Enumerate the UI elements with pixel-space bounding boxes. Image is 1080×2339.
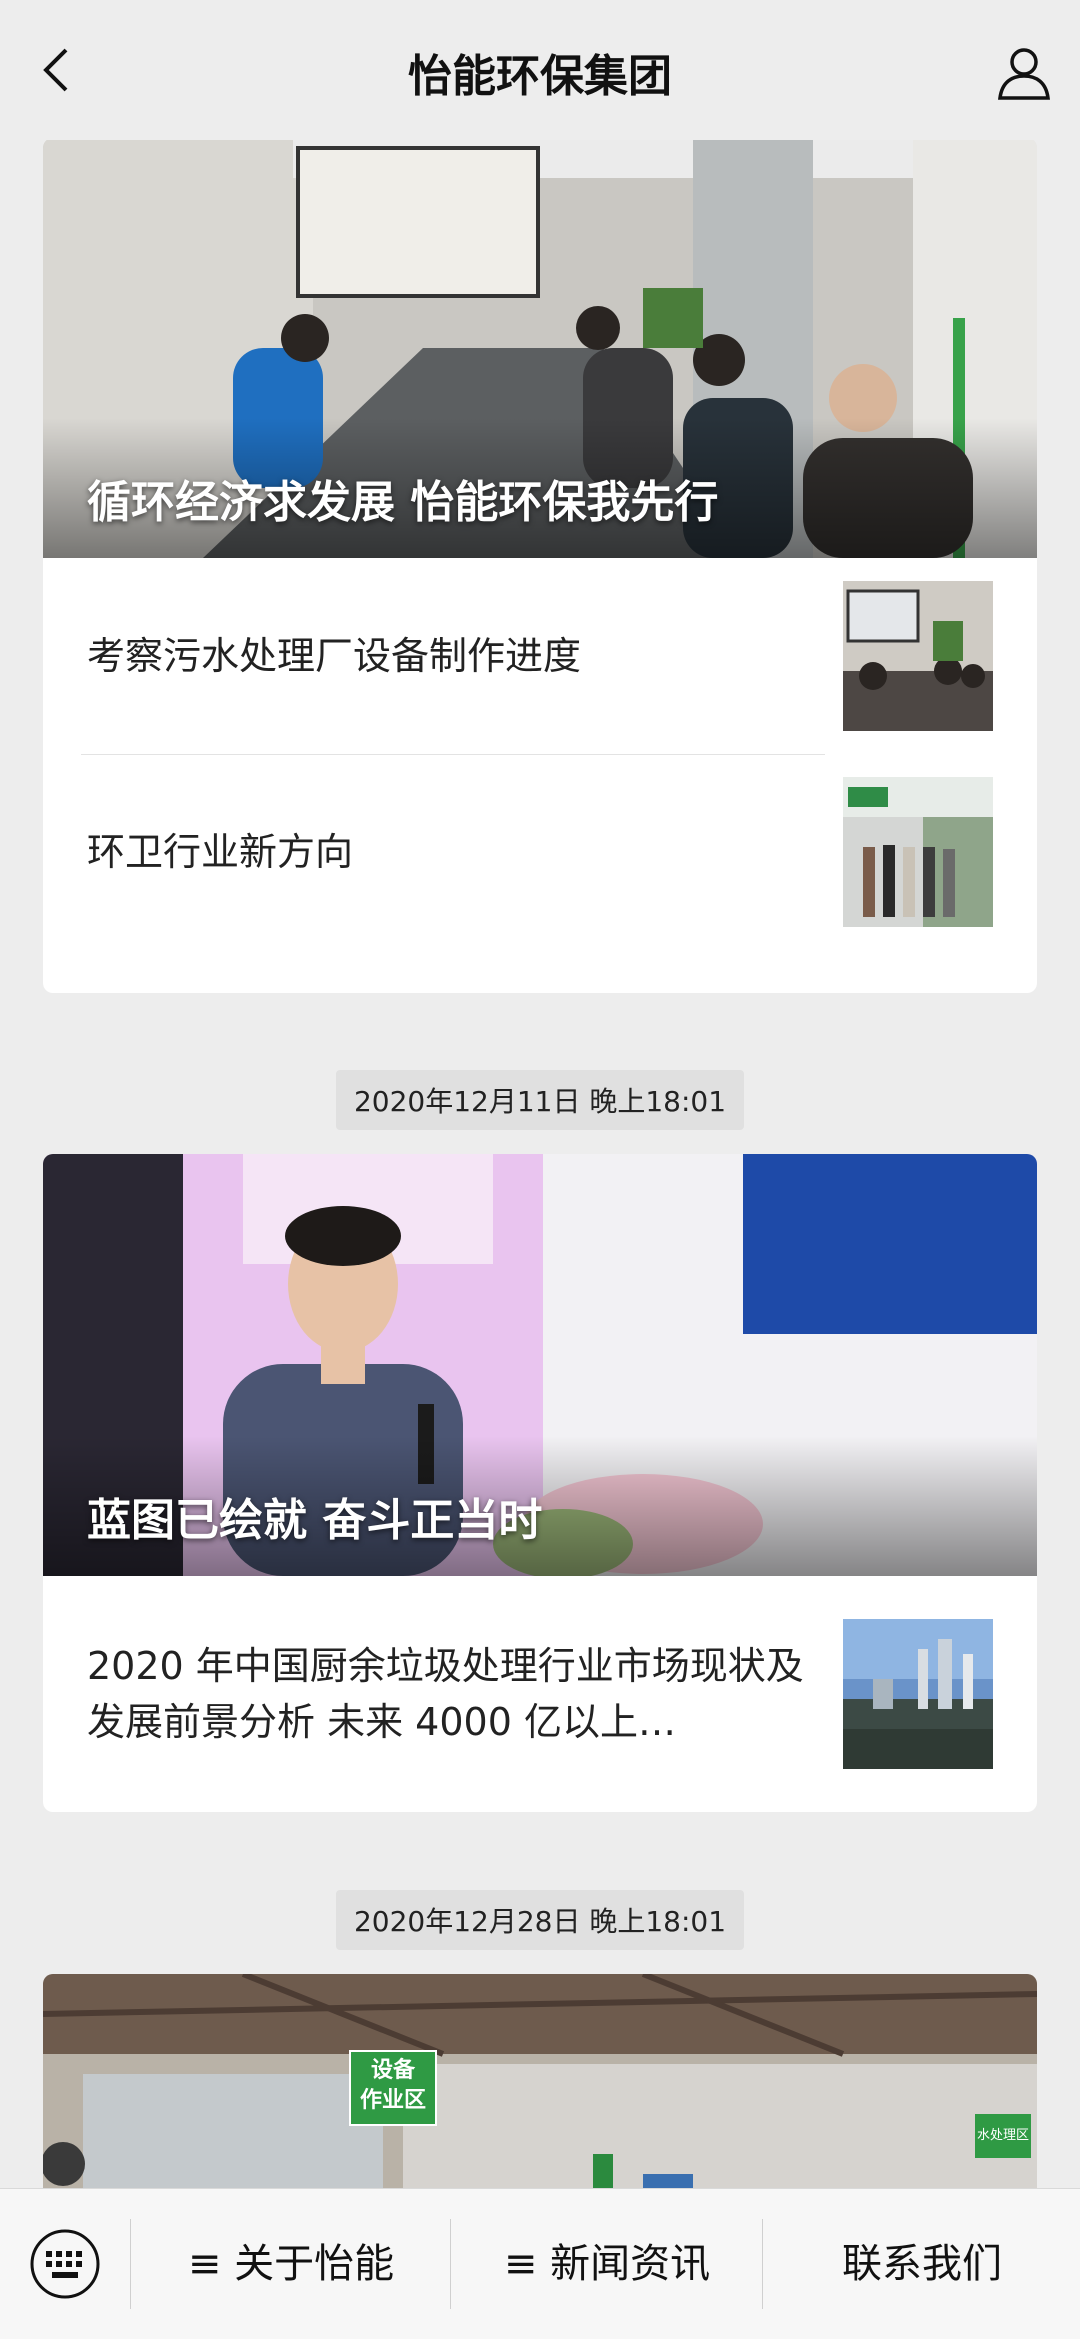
page-title: 怡能环保集团 <box>408 51 672 102</box>
timestamp-label: 2020年12月28日 晚上18:01 <box>335 1890 745 1950</box>
bottom-menu: ≡ 关于怡能 ≡ 新闻资讯 联系我们 <box>0 2188 1080 2339</box>
zone-sign: 设备 作业区 <box>349 2050 437 2126</box>
menu-about[interactable]: ≡ 关于怡能 <box>132 2189 450 2339</box>
keyboard-icon[interactable] <box>28 2227 102 2301</box>
list-item[interactable]: 环卫行业新方向 <box>43 754 1037 950</box>
timestamp: 2020年12月11日 晚上18:01 <box>0 1070 1080 1130</box>
menu-separator <box>762 2219 763 2309</box>
article-title: 2020 年中国厨余垃圾处理行业市场现状及发展前景分析 未来 4000 亿以上… <box>87 1644 804 1744</box>
article-thumbnail <box>843 1619 993 1769</box>
hero-article[interactable]: 循环经济求发展 怡能环保我先行 <box>43 138 1037 558</box>
timestamp-label: 2020年12月11日 晚上18:01 <box>335 1070 745 1130</box>
list-item[interactable]: 考察污水处理厂设备制作进度 <box>43 558 1037 754</box>
menu-separator <box>130 2219 131 2309</box>
list-item[interactable]: 2020 年中国厨余垃圾处理行业市场现状及发展前景分析 未来 4000 亿以上… <box>43 1576 1037 1812</box>
article-thumbnail <box>843 581 993 731</box>
article-title: 环卫行业新方向 <box>87 830 354 874</box>
user-icon[interactable] <box>992 40 1056 104</box>
article-card[interactable]: 设备 作业区 水处理区 <box>43 1974 1037 2214</box>
timestamp: 2020年12月28日 晚上18:01 <box>0 1890 1080 1950</box>
menu-contact[interactable]: 联系我们 <box>764 2189 1080 2339</box>
article-thumbnail <box>843 777 993 927</box>
zone-sign: 水处理区 <box>975 2114 1031 2158</box>
menu-separator <box>450 2219 451 2309</box>
factory-photo <box>43 1974 1037 2214</box>
hero-caption: 循环经济求发展 怡能环保我先行 <box>87 477 719 528</box>
top-bar: 怡能环保集团 <box>0 0 1080 140</box>
zone-sign-line: 设备 <box>370 2058 415 2083</box>
zone-sign-line: 作业区 <box>359 2088 426 2113</box>
hero-caption: 蓝图已绘就 奋斗正当时 <box>87 1495 543 1546</box>
menu-news[interactable]: ≡ 新闻资讯 <box>452 2189 762 2339</box>
article-card: 循环经济求发展 怡能环保我先行 考察污水处理厂设备制作进度 环卫行业新方向 <box>43 138 1037 993</box>
article-title: 考察污水处理厂设备制作进度 <box>87 634 582 678</box>
hero-article[interactable]: 蓝图已绘就 奋斗正当时 <box>43 1154 1037 1576</box>
article-card: 蓝图已绘就 奋斗正当时 2020 年中国厨余垃圾处理行业市场现状及发展前景分析 … <box>43 1154 1037 1812</box>
zone-sign-line: 水处理区 <box>976 2128 1029 2143</box>
